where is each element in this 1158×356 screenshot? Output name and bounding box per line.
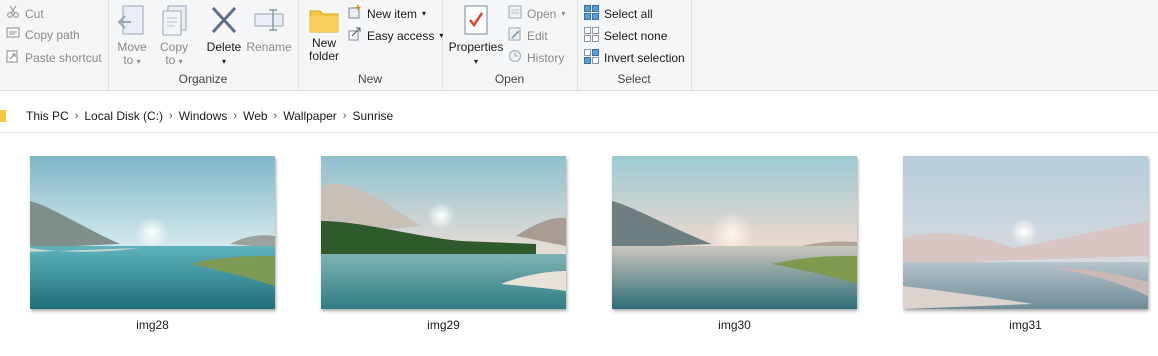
select-group: Select all Select none Invert selection …: [577, 0, 692, 90]
clipboard-group: Cut Copy path Paste shortcut: [0, 0, 109, 90]
paste-shortcut-icon: [6, 49, 20, 66]
organize-group: Move to ▾ Copy to ▾ Delete ▾ Rename Orga…: [108, 0, 299, 90]
select-all-label: Select all: [604, 7, 653, 21]
copy-to-label-1: Copy: [159, 40, 188, 54]
open-label: Open: [527, 6, 557, 21]
dropdown-arrow-icon: ▾: [561, 9, 566, 18]
dropdown-arrow-icon: ▾: [136, 57, 141, 66]
move-to-button[interactable]: Move to ▾: [114, 4, 150, 68]
history-button[interactable]: History: [508, 49, 564, 66]
paste-shortcut-label: Paste shortcut: [25, 50, 102, 65]
select-all-button[interactable]: Select all: [584, 5, 653, 23]
new-group: New folder New item ▾ Easy access ▾ New: [298, 0, 443, 90]
open-group: Properties ▾ Open ▾ Edit History Open: [442, 0, 578, 90]
move-to-label-1: Move: [117, 40, 147, 54]
image-thumbnail: [30, 156, 275, 309]
rename-label: Rename: [246, 40, 292, 54]
organize-group-label: Organize: [178, 72, 228, 86]
history-label: History: [527, 50, 565, 65]
folder-icon: [0, 109, 6, 122]
new-folder-button[interactable]: New folder: [302, 6, 346, 63]
invert-selection-icon: [584, 49, 599, 67]
copy-to-icon: [159, 4, 189, 41]
new-group-label: New: [357, 72, 382, 86]
breadcrumb-item[interactable]: Windows: [173, 109, 234, 123]
folder-icon: [309, 6, 339, 37]
move-to-icon: [117, 4, 147, 41]
cut-label: Cut: [25, 6, 44, 21]
scissors-icon: [6, 5, 20, 22]
select-none-button[interactable]: Select none: [584, 27, 667, 45]
new-folder-label-2: folder: [308, 49, 340, 63]
open-group-label: Open: [494, 72, 525, 86]
dropdown-arrow-icon: ▾: [473, 57, 478, 66]
file-name: img29: [427, 318, 460, 332]
new-item-icon: [348, 5, 362, 22]
delete-x-icon: [209, 4, 239, 41]
open-button[interactable]: Open ▾: [508, 5, 565, 22]
easy-access-icon: [348, 27, 362, 44]
properties-button[interactable]: Properties ▾: [448, 4, 504, 68]
ribbon: Cut Copy path Paste shortcut Move to ▾ C…: [0, 0, 1158, 91]
copy-to-button[interactable]: Copy to ▾: [156, 4, 192, 68]
move-to-label-2: to: [123, 53, 134, 67]
breadcrumb-item[interactable]: Sunrise: [346, 109, 399, 123]
history-icon: [508, 49, 522, 66]
invert-selection-button[interactable]: Invert selection: [584, 49, 685, 67]
image-thumbnail: [903, 156, 1148, 309]
edit-icon: [508, 27, 522, 44]
cut-button[interactable]: Cut: [6, 5, 44, 22]
select-none-label: Select none: [604, 29, 668, 43]
easy-access-label: Easy access: [367, 28, 435, 43]
dropdown-arrow-icon: ▾: [178, 57, 183, 66]
delete-label: Delete: [206, 40, 242, 54]
select-none-icon: [584, 27, 599, 45]
copy-path-icon: [6, 27, 20, 42]
select-all-icon: [584, 5, 599, 23]
breadcrumb-item[interactable]: Wallpaper: [277, 109, 343, 123]
invert-selection-label: Invert selection: [604, 51, 685, 65]
select-group-label: Select: [617, 72, 651, 86]
delete-button[interactable]: Delete ▾: [204, 4, 244, 68]
easy-access-button[interactable]: Easy access ▾: [348, 27, 443, 44]
properties-icon: [462, 4, 490, 41]
file-name: img30: [718, 318, 751, 332]
image-thumbnail: [321, 156, 566, 309]
properties-label: Properties: [448, 40, 504, 54]
dropdown-arrow-icon: ▾: [221, 57, 226, 66]
open-icon: [508, 5, 522, 22]
address-bar[interactable]: This PC › Local Disk (C:) › Windows › We…: [0, 99, 1158, 133]
new-folder-label-1: New: [311, 36, 336, 50]
edit-button[interactable]: Edit: [508, 27, 548, 44]
breadcrumb-item[interactable]: Web: [237, 109, 273, 123]
breadcrumb-item[interactable]: This PC: [20, 109, 75, 123]
new-item-button[interactable]: New item ▾: [348, 5, 426, 22]
copy-to-label-2: to: [165, 53, 176, 67]
copy-path-label: Copy path: [25, 27, 80, 42]
copy-path-button[interactable]: Copy path: [6, 27, 80, 42]
breadcrumb-item[interactable]: Local Disk (C:): [78, 109, 169, 123]
rename-icon: [253, 4, 285, 41]
new-item-label: New item: [367, 6, 418, 21]
file-name: img31: [1009, 318, 1042, 332]
image-thumbnail: [612, 156, 857, 309]
rename-button[interactable]: Rename: [246, 4, 292, 54]
paste-shortcut-button[interactable]: Paste shortcut: [6, 49, 102, 66]
file-name: img28: [136, 318, 169, 332]
edit-label: Edit: [527, 28, 548, 43]
dropdown-arrow-icon: ▾: [422, 9, 427, 18]
breadcrumb: This PC › Local Disk (C:) › Windows › We…: [0, 99, 399, 132]
